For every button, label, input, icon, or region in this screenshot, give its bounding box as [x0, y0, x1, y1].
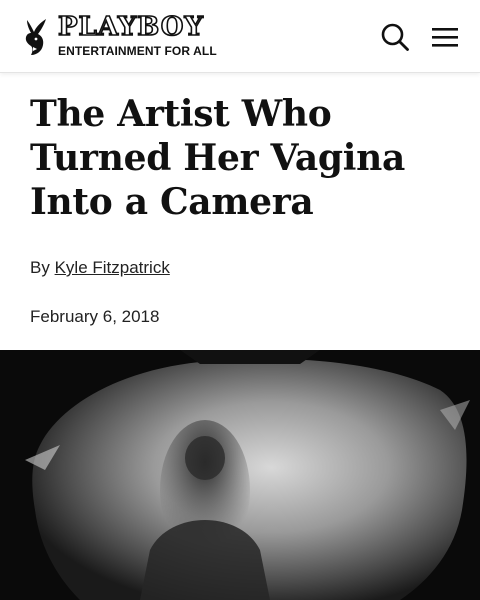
- hero-photo-graphic: [0, 350, 480, 600]
- site-header: PLAYBOY ENTERTAINMENT FOR ALL: [0, 0, 480, 73]
- article-headline: The Artist Who Turned Her Vagina Into a …: [30, 93, 406, 223]
- playboy-bunny-icon[interactable]: [22, 18, 48, 56]
- byline-prefix: By: [30, 258, 50, 277]
- hero-image: [0, 350, 480, 600]
- article-byline: By Kyle Fitzpatrick: [30, 258, 170, 278]
- publish-date: February 6, 2018: [30, 307, 160, 326]
- hamburger-menu-icon[interactable]: [432, 26, 458, 48]
- search-icon[interactable]: [380, 22, 410, 52]
- brand-tagline: ENTERTAINMENT FOR ALL: [58, 44, 217, 58]
- brand-title[interactable]: PLAYBOY: [57, 11, 204, 43]
- author-link[interactable]: Kyle Fitzpatrick: [55, 258, 170, 277]
